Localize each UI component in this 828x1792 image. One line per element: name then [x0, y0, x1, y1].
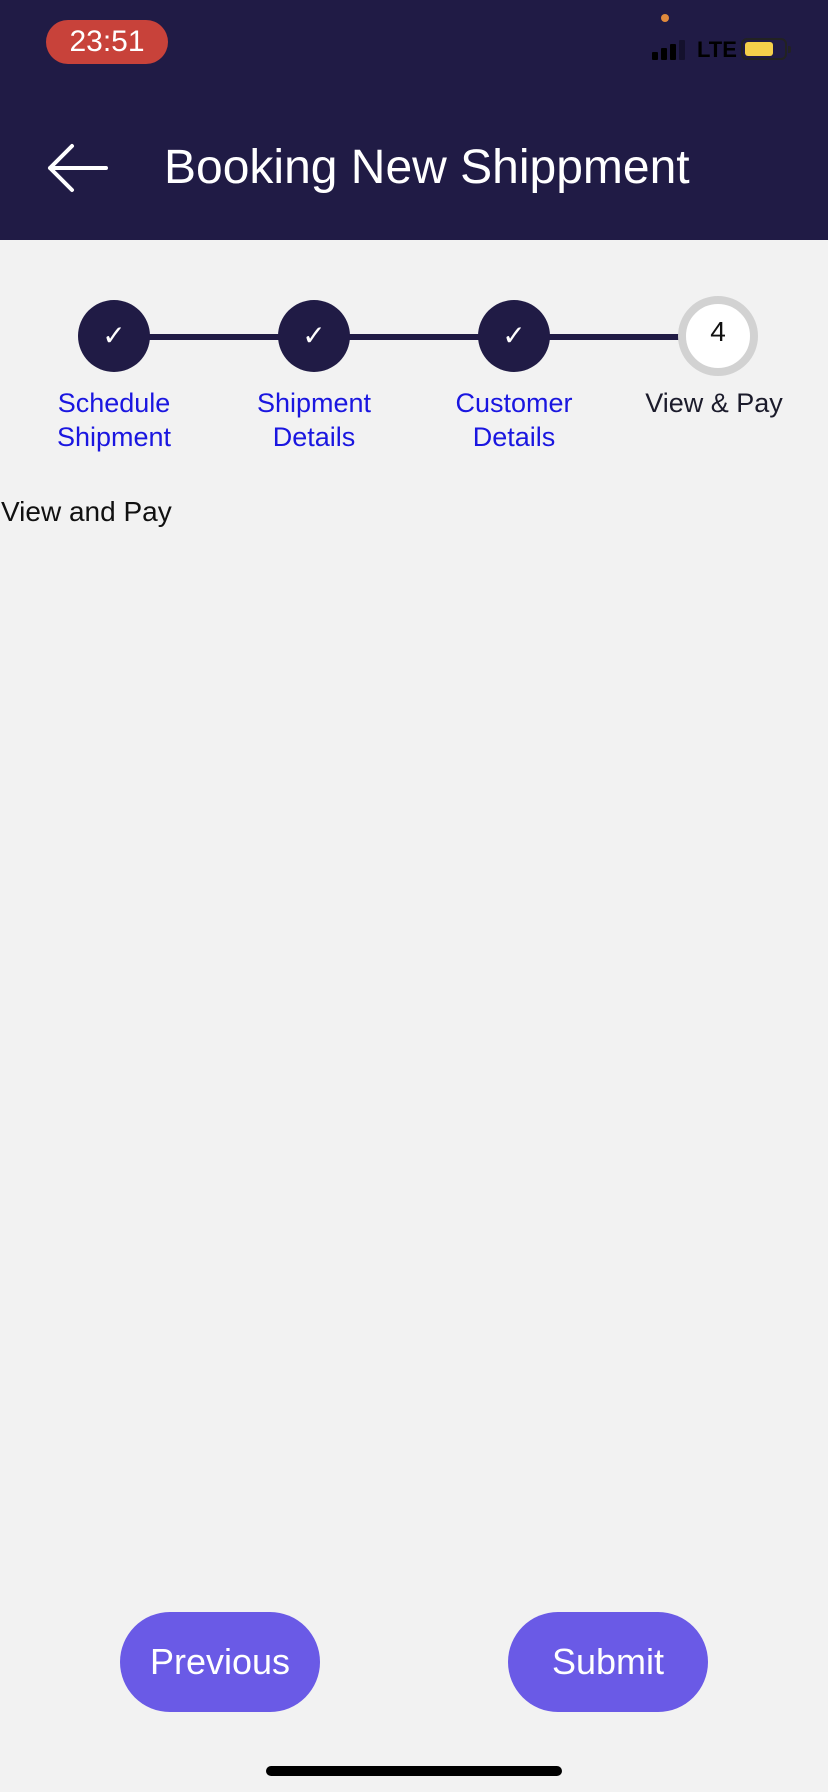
checkmark-icon: ✓	[102, 320, 126, 351]
previous-button[interactable]: Previous	[120, 1612, 320, 1712]
cellular-signal-icon	[652, 38, 686, 60]
status-time: 23:51	[46, 20, 168, 64]
step-completed-indicator: ✓	[78, 300, 150, 372]
back-button[interactable]	[44, 140, 110, 196]
step-label: Details	[472, 422, 556, 452]
submit-button[interactable]: Submit	[508, 1612, 708, 1712]
privacy-indicator-dot	[661, 14, 669, 22]
step-current-indicator: 4	[678, 296, 758, 376]
network-type: LTE	[697, 37, 737, 62]
section-title: View and Pay	[1, 496, 172, 527]
app-header: 23:51 LTE Booking New Shippment	[0, 0, 828, 240]
step-label: Shipment	[56, 422, 172, 452]
step-label: View & Pay	[645, 388, 783, 418]
step-label: Customer	[455, 388, 573, 418]
checkmark-icon: ✓	[302, 320, 326, 351]
step-label: Shipment	[256, 388, 372, 418]
page-title: Booking New Shippment	[164, 141, 690, 194]
battery-icon	[741, 38, 791, 60]
step-completed-indicator: ✓	[278, 300, 350, 372]
arrow-left-icon	[48, 144, 108, 192]
checkmark-icon: ✓	[502, 320, 526, 351]
progress-stepper: ✓ Schedule Shipment ✓ Shipment Details ✓…	[0, 290, 828, 470]
step-completed-indicator: ✓	[478, 300, 550, 372]
step-label: Schedule	[57, 388, 171, 418]
step-label: Details	[272, 422, 356, 452]
home-indicator	[266, 1766, 562, 1776]
